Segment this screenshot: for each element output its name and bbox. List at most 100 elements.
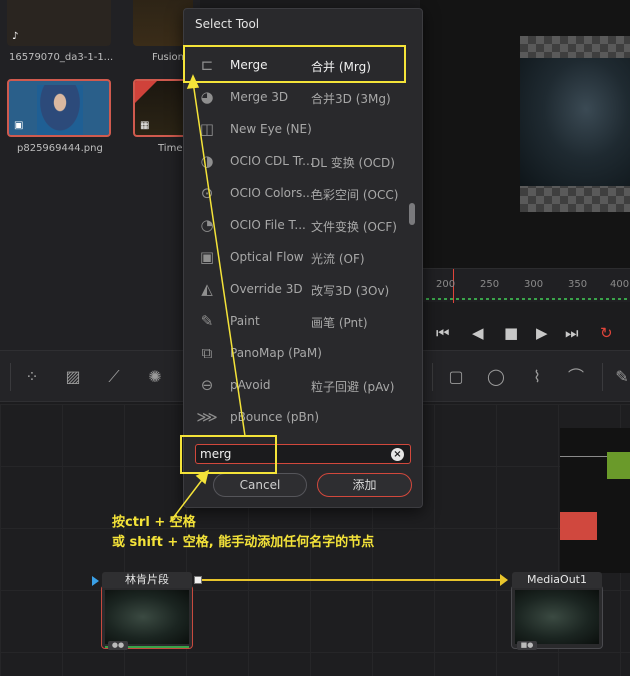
node-connection[interactable] [200,579,502,581]
stop-icon[interactable]: ■ [504,324,518,342]
paint-tool-icon[interactable]: ✎ [612,367,630,387]
tool-alias: 合并3D (3Mg) [311,92,391,106]
viewer [420,0,630,268]
transport-controls: ⏮ ◀ ■ ▶ ⏭ ↻ [420,318,630,350]
tool-list-scrollbar[interactable] [409,203,415,225]
curves-icon[interactable]: ⟋ [104,367,124,387]
toolbar-divider [10,363,11,391]
tool-item-ocio-colorspace[interactable]: ⊙ OCIO Colors... 色彩空间 (OCC) [184,177,408,209]
ruler-tick: 350 [568,279,588,290]
pbounce-icon: ⋙ [196,408,218,426]
tool-item-ocio-cdl[interactable]: ◑ OCIO CDL Tr... DL 变换 (OCD) [184,145,408,177]
tool-name: Paint [230,314,260,328]
viewer-frame [520,58,630,186]
node-color-preview [560,428,630,573]
image-icon: ▣ [14,120,24,131]
dialog-title: Select Tool [195,17,260,31]
node-media-in[interactable]: 林肯片段 [101,572,193,649]
ruler-tick: 300 [524,279,544,290]
green-swatch [607,452,630,479]
output-port[interactable] [194,576,202,584]
selected-check-icon [135,81,157,103]
cancel-button[interactable]: Cancel [213,473,307,497]
ruler-tick: 400 [610,279,630,290]
connection-arrow-icon [500,574,508,586]
tool-alias: 色彩空间 (OCC) [311,188,399,202]
timeline-ruler[interactable]: 200 250 300 350 400 [420,268,630,303]
grid-warp-icon[interactable]: ▨ [63,367,83,387]
node-toggle-icon[interactable]: ●● [108,641,128,650]
tool-item-pavoid[interactable]: ⊖ pAvoid 粒子回避 (pAv) [184,369,408,401]
ocio-colorspace-icon: ⊙ [200,184,214,202]
media-clip-label: 16579070_da3-1-1... [9,52,114,63]
cache-bar [426,298,630,300]
tool-name: Optical Flow [230,250,304,264]
tool-name: New Eye (NE) [230,122,312,136]
light-icon[interactable]: ✺ [145,367,165,387]
tool-item-optical-flow[interactable]: ▣ Optical Flow 光流 (OF) [184,241,408,273]
media-clip-audio[interactable]: ♪ [7,0,111,46]
tool-name: PanoMap (PaM) [230,346,322,360]
tool-alias: DL 变换 (OCD) [311,156,395,170]
bspline-mask-icon[interactable]: ⌒ [566,367,586,387]
tool-alias: 粒子回避 (pAv) [311,380,395,394]
node-title: MediaOut1 [512,572,602,588]
play-reverse-icon[interactable]: ◀ [472,324,484,342]
select-tool-dialog: Select Tool ⊏ Merge 合并 (Mrg) ◕ Merge 3D … [183,8,423,508]
tool-name: pBounce (pBn) [230,410,320,424]
ocio-cdl-icon: ◑ [200,152,214,170]
play-forward-icon[interactable]: ▶ [536,324,548,342]
tool-name: OCIO Colors... [230,186,314,200]
input-port[interactable] [92,576,99,586]
merge3d-icon: ◕ [200,88,214,106]
tool-item-ocio-file[interactable]: ◔ OCIO File T... 文件变换 (OCF) [184,209,408,241]
annotation-line-2: 或 shift + 空格, 能手动添加任何名字的节点 [112,535,375,550]
optical-flow-icon: ▣ [199,248,215,266]
add-button[interactable]: 添加 [317,473,412,497]
annotation-line-1: 按ctrl + 空格 [112,515,196,530]
tool-name: Override 3D [230,282,303,296]
media-clip-label: Time [158,143,183,154]
ellipse-mask-icon[interactable]: ◯ [486,367,506,387]
tool-name: Merge 3D [230,90,289,104]
node-thumbnail [105,590,189,644]
ocio-file-icon: ◔ [200,216,214,234]
tool-item-pbounce[interactable]: ⋙ pBounce (pBn) [184,401,408,433]
tool-alias: 画笔 (Pnt) [311,316,368,330]
tool-name: OCIO CDL Tr... [230,154,314,168]
tool-item-paint[interactable]: ✎ Paint 画笔 (Pnt) [184,305,408,337]
music-note-icon: ♪ [12,31,19,42]
go-to-end-icon[interactable]: ⏭ [565,324,579,342]
tool-name: OCIO File T... [230,218,306,232]
new-eye-icon: ◫ [199,120,215,138]
red-swatch [560,512,597,540]
tool-item-override3d[interactable]: ◭ Override 3D 改写3D (3Ov) [184,273,408,305]
tool-alias: 文件变换 (OCF) [311,220,397,234]
toolbar-divider [432,363,433,391]
portrait-thumbnail [37,85,83,135]
node-media-out[interactable]: MediaOut1 [511,572,603,649]
polygon-mask-icon[interactable]: ⌇ [527,367,547,387]
particles-icon[interactable]: ⁘ [22,367,42,387]
tool-item-merge3d[interactable]: ◕ Merge 3D 合并3D (3Mg) [184,81,408,113]
clear-search-icon[interactable]: × [391,448,404,461]
go-to-start-icon[interactable]: ⏮ [436,324,450,342]
media-clip-image[interactable]: ▣ [7,79,111,137]
media-clip-label: p825969444.png [17,143,103,154]
media-clip-label: Fusion [152,52,184,63]
search-highlight-box [180,435,277,474]
tool-list: ⊏ Merge 合并 (Mrg) ◕ Merge 3D 合并3D (3Mg) ◫… [184,49,408,433]
rectangle-mask-icon[interactable]: ▢ [446,367,466,387]
ruler-tick: 250 [480,279,500,290]
node-toggle-icon[interactable]: ■● [517,641,537,650]
node-title: 林肯片段 [102,572,192,588]
tool-name: pAvoid [230,378,271,392]
loop-icon[interactable]: ↻ [600,324,613,342]
panomap-icon: ⧉ [201,344,213,362]
timeline-icon: ▦ [140,120,150,131]
media-pool: ♪ 16579070_da3-1-1... Fusion ▣ p82596944… [0,0,200,350]
tool-alias: 改写3D (3Ov) [311,284,390,298]
tool-item-new-eye[interactable]: ◫ New Eye (NE) [184,113,408,145]
tool-item-panomap[interactable]: ⧉ PanoMap (PaM) [184,337,408,369]
pavoid-icon: ⊖ [200,376,214,394]
